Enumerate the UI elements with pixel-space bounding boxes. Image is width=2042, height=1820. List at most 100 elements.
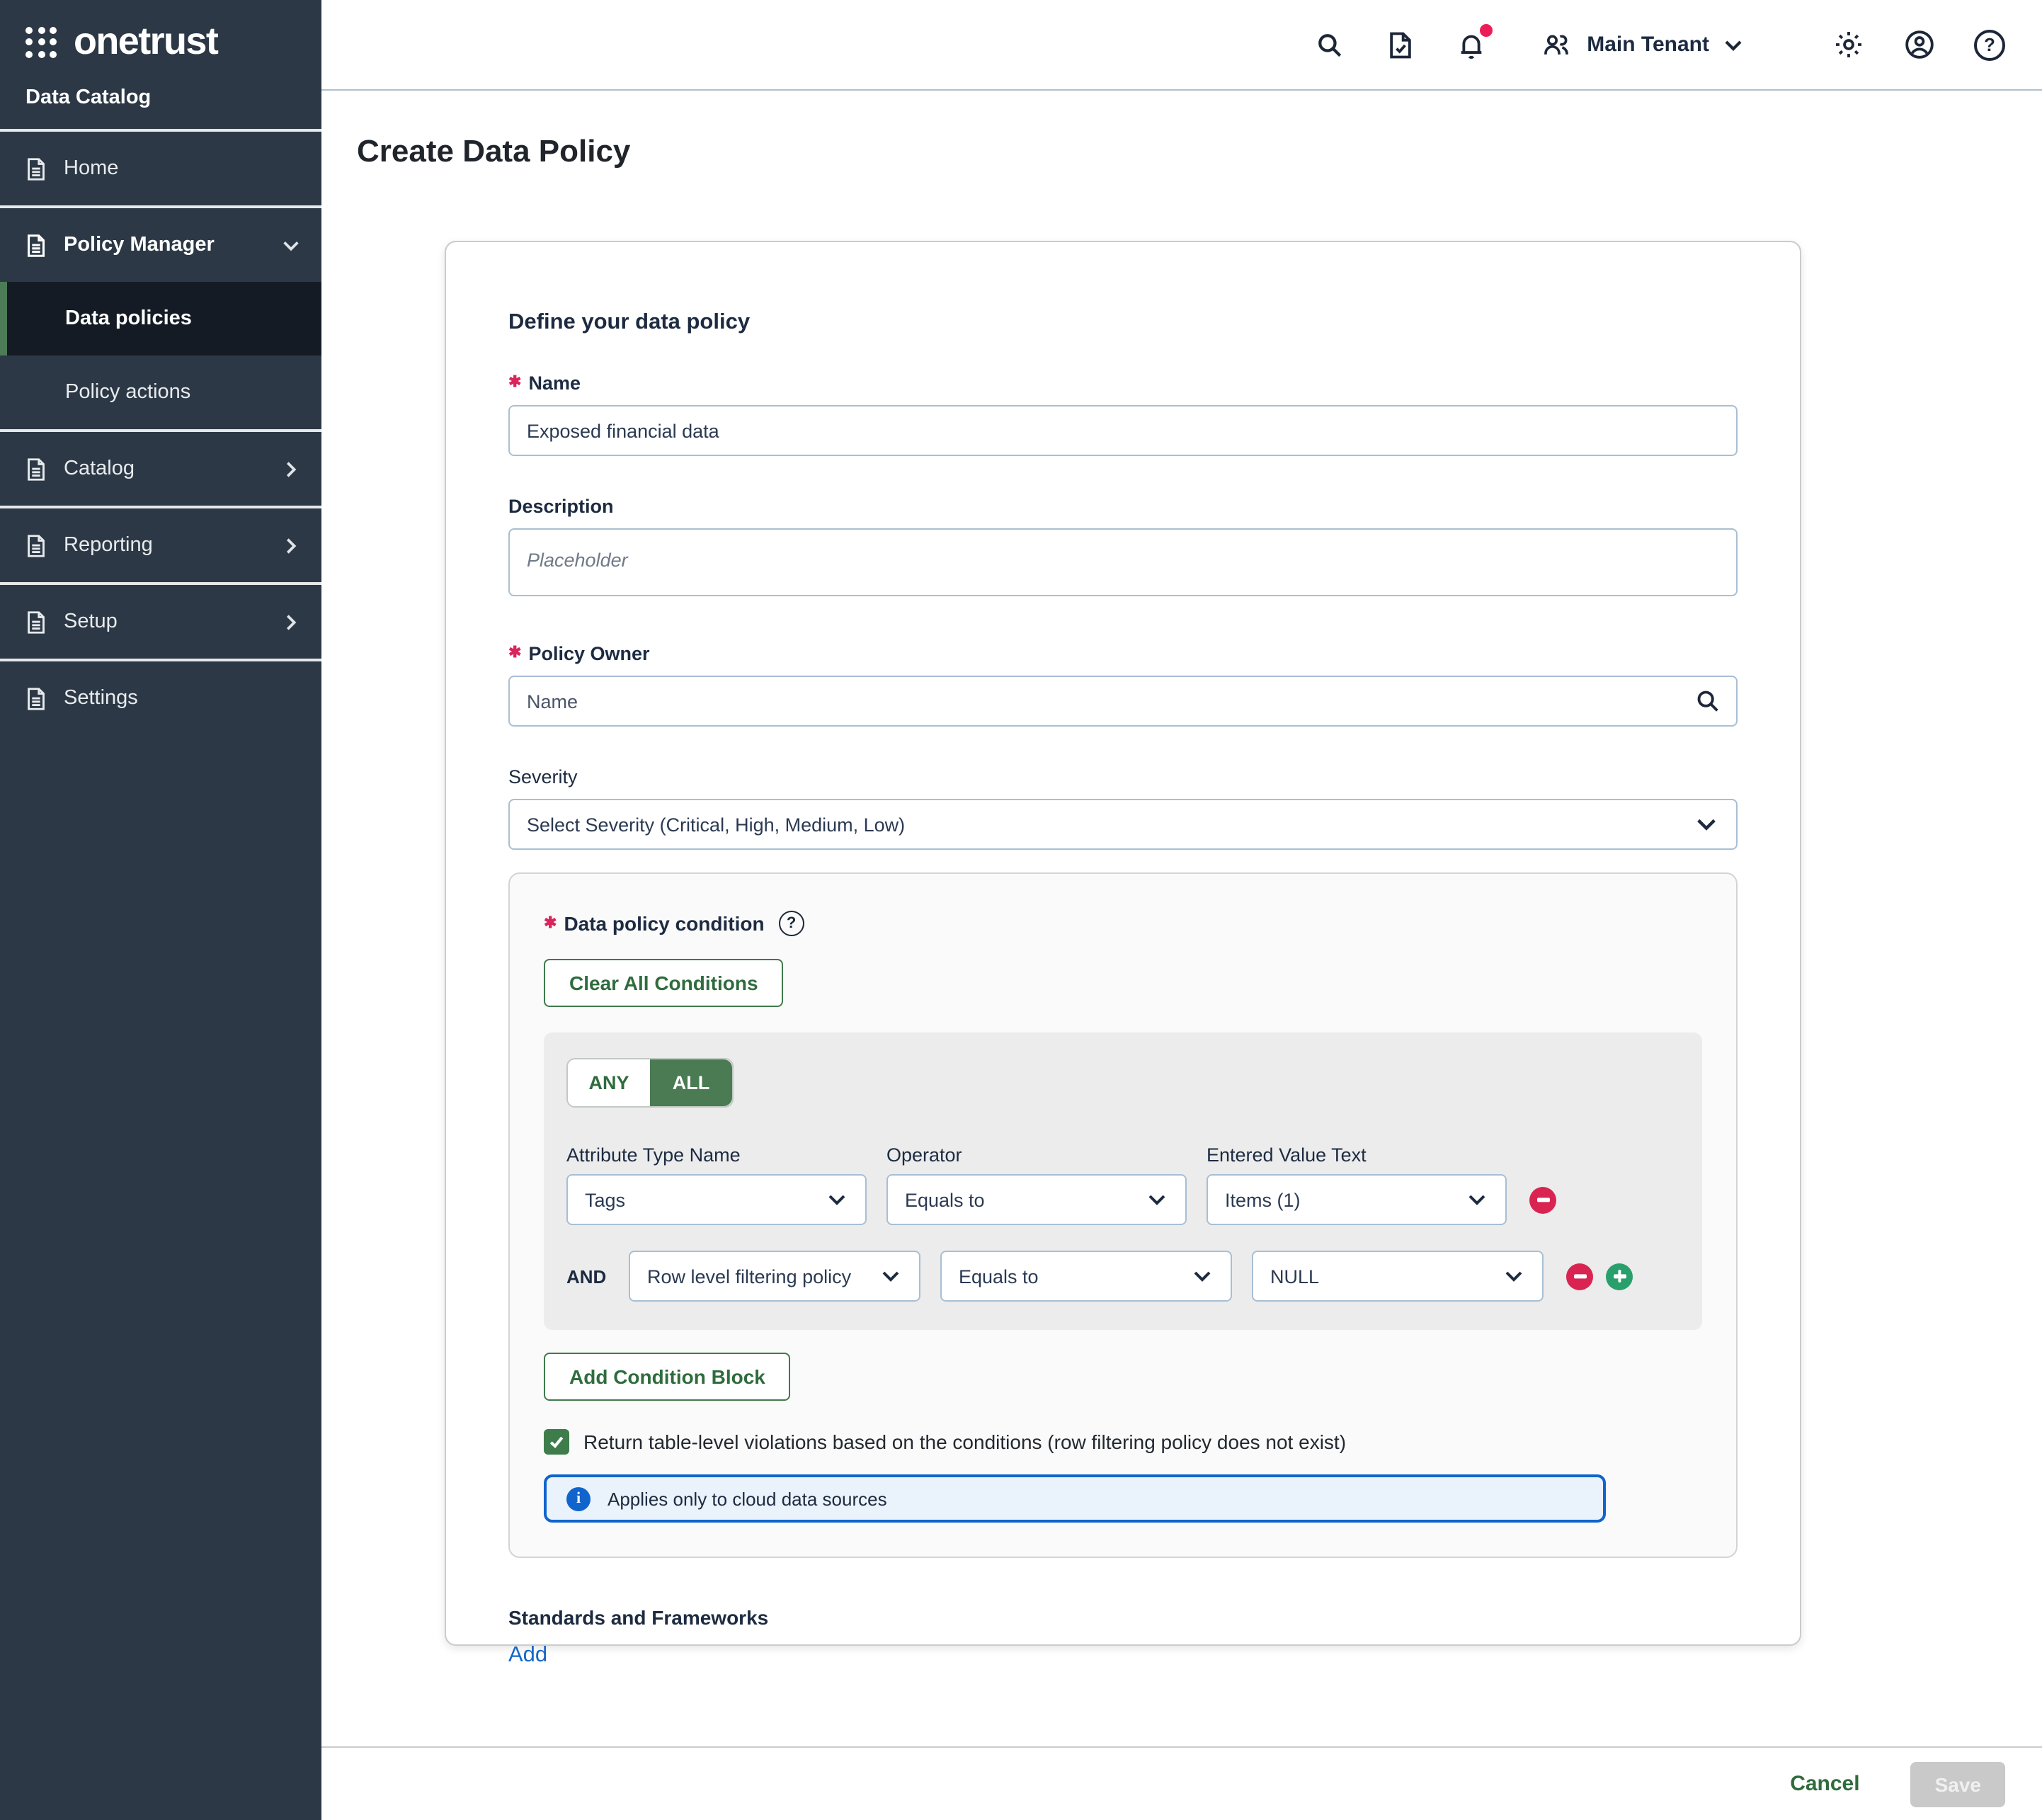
people-icon [1537, 26, 1574, 63]
toggle-any[interactable]: ANY [568, 1059, 650, 1106]
app-window: onetrust Data Catalog Home Policy Manage… [0, 0, 2042, 1820]
description-label: Description [508, 496, 1738, 517]
operator-select[interactable]: Equals to [940, 1251, 1232, 1302]
document-icon [23, 232, 50, 258]
card-heading: Define your data policy [508, 310, 1738, 336]
bell-icon[interactable] [1452, 26, 1489, 63]
sidebar-item-label: Policy actions [65, 381, 190, 404]
chevron-down-icon [1694, 812, 1719, 837]
name-input[interactable] [508, 405, 1738, 456]
condition-column-headers: Attribute Type Name Operator Entered Val… [566, 1144, 1679, 1166]
sidebar-item-label: Setup [64, 610, 266, 633]
notification-dot [1479, 23, 1492, 36]
footer-bar: Cancel Save [321, 1746, 2042, 1820]
chevron-down-icon [280, 234, 302, 256]
sidebar-divider [0, 659, 321, 661]
tenant-switcher[interactable]: Main Tenant [1537, 26, 1745, 63]
toggle-all[interactable]: ALL [650, 1059, 732, 1106]
info-icon: i [566, 1486, 591, 1511]
policy-owner-input[interactable] [508, 676, 1738, 727]
attribute-select[interactable]: Row level filtering policy [629, 1251, 920, 1302]
chevron-down-icon [1502, 1265, 1525, 1287]
condition-block: ANY ALL Attribute Type Name Operator Ent… [544, 1033, 1702, 1330]
name-label: ✱Name [508, 372, 1738, 394]
sidebar-divider [0, 582, 321, 585]
condition-row: Tags Equals to Items (1) [566, 1174, 1679, 1225]
account-icon[interactable] [1900, 26, 1937, 63]
gear-icon[interactable] [1830, 26, 1866, 63]
tenant-name: Main Tenant [1587, 33, 1709, 57]
help-icon[interactable]: ? [1971, 26, 2008, 63]
severity-value: Select Severity (Critical, High, Medium,… [527, 814, 905, 835]
sidebar-item-policy-manager[interactable]: Policy Manager [0, 208, 321, 282]
search-icon[interactable] [1694, 687, 1722, 722]
sidebar-item-reporting[interactable]: Reporting [0, 508, 321, 582]
sidebar: onetrust Data Catalog Home Policy Manage… [0, 0, 321, 1820]
main-content: Create Data Policy Define your data poli… [321, 91, 2042, 1746]
chevron-down-icon [826, 1188, 848, 1211]
sidebar-item-setup[interactable]: Setup [0, 585, 321, 659]
sidebar-divider [0, 506, 321, 508]
value-select[interactable]: NULL [1252, 1251, 1544, 1302]
sidebar-divider [0, 129, 321, 132]
chevron-down-icon [1466, 1188, 1488, 1211]
chevron-down-icon [1722, 33, 1745, 56]
sidebar-item-home[interactable]: Home [0, 132, 321, 205]
sidebar-item-catalog[interactable]: Catalog [0, 432, 321, 506]
add-condition-icon[interactable] [1606, 1263, 1633, 1290]
table-level-violations-row: Return table-level violations based on t… [544, 1429, 1702, 1455]
onetrust-logo: onetrust [0, 0, 321, 75]
product-name: Data Catalog [0, 75, 321, 129]
column-entered-value-text: Entered Value Text [1207, 1144, 1507, 1166]
sidebar-divider [0, 429, 321, 432]
column-attribute-type-name: Attribute Type Name [566, 1144, 867, 1166]
condition-row: AND Row level filtering policy Equals to… [566, 1251, 1679, 1302]
remove-condition-icon[interactable] [1529, 1186, 1556, 1213]
info-banner-text: Applies only to cloud data sources [608, 1488, 887, 1509]
document-icon [23, 532, 50, 559]
conjunction-label: AND [566, 1266, 609, 1287]
checkbox-checked[interactable] [544, 1429, 569, 1455]
severity-label: Severity [508, 766, 1738, 787]
add-standards-link[interactable]: Add [508, 1643, 547, 1668]
page-title: Create Data Policy [357, 133, 630, 170]
condition-header: ✱Data policy condition ? [544, 911, 1702, 936]
add-condition-block-button[interactable]: Add Condition Block [544, 1353, 791, 1401]
sidebar-item-label: Data policies [65, 307, 192, 330]
value-select[interactable]: Items (1) [1207, 1174, 1507, 1225]
question-circle-icon[interactable]: ? [779, 911, 804, 936]
chevron-right-icon [280, 611, 302, 632]
chevron-right-icon [280, 458, 302, 479]
description-input[interactable] [508, 528, 1738, 596]
attribute-select[interactable]: Tags [566, 1174, 867, 1225]
sidebar-item-data-policies[interactable]: Data policies [0, 282, 321, 356]
clear-all-conditions-button[interactable]: Clear All Conditions [544, 959, 784, 1007]
condition-section: ✱Data policy condition ? Clear All Condi… [508, 872, 1738, 1558]
chevron-down-icon [1146, 1188, 1168, 1211]
document-icon [23, 608, 50, 635]
severity-select[interactable]: Select Severity (Critical, High, Medium,… [508, 799, 1738, 850]
remove-condition-icon[interactable] [1566, 1263, 1593, 1290]
document-icon [23, 155, 50, 182]
search-icon[interactable] [1311, 26, 1347, 63]
logo-wordmark: onetrust [74, 23, 217, 61]
chevron-right-icon [280, 535, 302, 556]
sidebar-divider [0, 205, 321, 208]
cancel-button[interactable]: Cancel [1790, 1772, 1859, 1796]
info-banner: i Applies only to cloud data sources [544, 1474, 1606, 1523]
operator-select[interactable]: Equals to [886, 1174, 1187, 1225]
save-button[interactable]: Save [1911, 1761, 2005, 1807]
sidebar-item-settings[interactable]: Settings [0, 661, 321, 735]
chevron-down-icon [1191, 1265, 1214, 1287]
sidebar-item-policy-actions[interactable]: Policy actions [0, 356, 321, 429]
sidebar-item-label: Settings [64, 687, 302, 710]
document-icon [23, 455, 50, 482]
grid-logo-icon [25, 26, 57, 57]
document-check-icon[interactable] [1381, 26, 1418, 63]
sidebar-item-label: Policy Manager [64, 234, 266, 256]
required-asterisk: ✱ [508, 374, 521, 391]
policy-owner-label: ✱Policy Owner [508, 643, 1738, 664]
standards-frameworks-label: Standards and Frameworks [508, 1606, 1738, 1629]
required-asterisk: ✱ [508, 644, 521, 661]
any-all-toggle: ANY ALL [566, 1058, 734, 1108]
